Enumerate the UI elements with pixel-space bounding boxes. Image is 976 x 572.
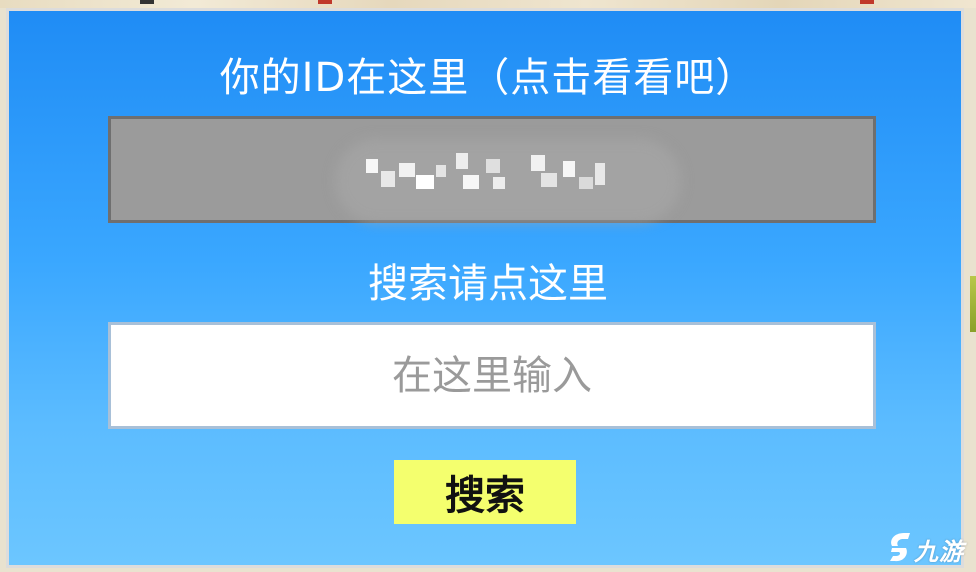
id-redaction-pixel	[531, 155, 545, 171]
search-input[interactable]	[108, 322, 876, 429]
id-redaction-pixel	[595, 163, 605, 185]
id-title: 你的ID在这里（点击看看吧）	[219, 55, 757, 101]
watermark-text: 九游	[914, 538, 964, 566]
id-redaction-pixel	[493, 177, 505, 189]
watermark: 九游	[884, 528, 974, 568]
id-redaction-pixel	[463, 175, 479, 189]
id-redaction-pixel	[486, 159, 500, 173]
jiuyou-logo-icon	[890, 533, 910, 562]
game-strip-detail	[140, 0, 154, 4]
id-redaction-pixel	[366, 159, 378, 173]
background-game-strip	[0, 0, 976, 8]
id-redaction-pixel	[579, 177, 593, 189]
id-redaction-pixel	[436, 165, 446, 177]
id-redaction-pixel	[456, 153, 468, 169]
id-redaction-pixel	[399, 163, 415, 177]
id-redaction-pixel	[541, 173, 557, 187]
search-label: 搜索请点这里	[368, 261, 608, 307]
id-redaction-pixel	[381, 171, 395, 187]
game-strip-detail	[860, 0, 874, 4]
search-button[interactable]: 搜索	[394, 460, 576, 524]
game-strip-detail	[318, 0, 332, 4]
id-display-box[interactable]	[108, 116, 876, 223]
id-redaction-pixel	[416, 175, 434, 189]
id-redaction-pixel	[563, 161, 575, 177]
